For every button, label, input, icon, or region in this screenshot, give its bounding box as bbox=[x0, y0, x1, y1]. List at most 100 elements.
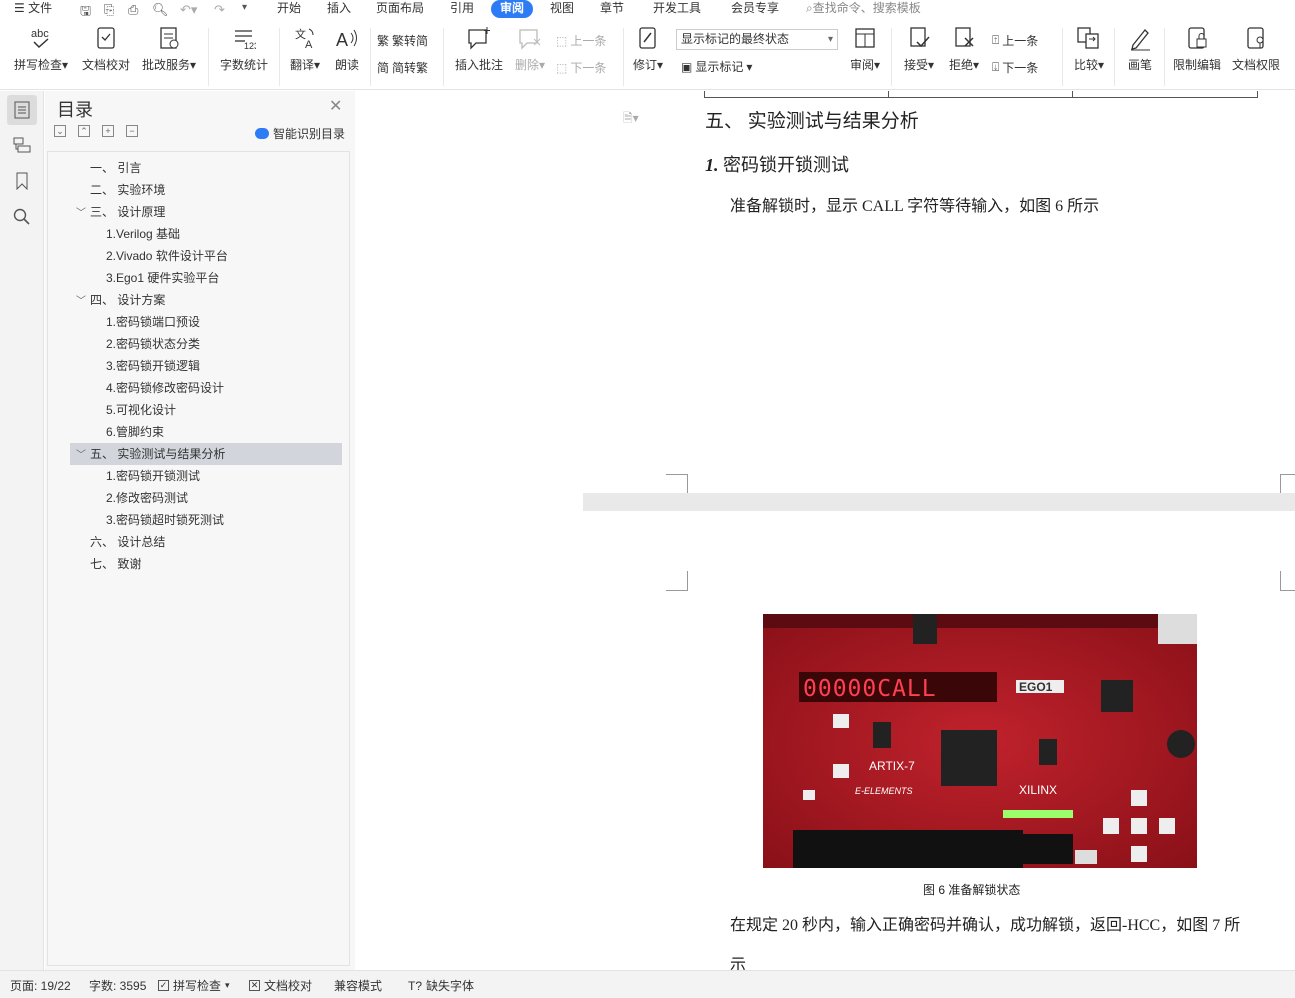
preview-icon[interactable]: 🔍︎ bbox=[152, 2, 169, 18]
next-change-button[interactable]: ⍗ 下一条 bbox=[992, 59, 1038, 76]
remove-level-icon[interactable]: − bbox=[126, 125, 138, 137]
track-changes-button[interactable]: 修订▾ bbox=[630, 24, 666, 73]
proofread-status-label: 文档校对 bbox=[264, 979, 313, 993]
undo-icon[interactable]: ↶▾ bbox=[180, 2, 197, 18]
command-search[interactable]: ⌕查找命令、搜索模板 bbox=[806, 0, 921, 18]
proofread-button[interactable]: 文档校对 bbox=[80, 24, 132, 73]
tab-references[interactable]: 引用 bbox=[450, 0, 474, 18]
search-panel-icon[interactable] bbox=[7, 202, 37, 232]
collapse-all-icon[interactable]: ⌃ bbox=[78, 125, 90, 137]
ribbon-divider bbox=[443, 28, 444, 86]
translate-icon: 文A bbox=[286, 24, 324, 52]
chapter-nav-icon[interactable] bbox=[7, 130, 37, 160]
tab-layout[interactable]: 页面布局 bbox=[376, 0, 424, 18]
redo-icon[interactable]: ↷ bbox=[214, 2, 225, 18]
toc-item[interactable]: 2.Vivado 软件设计平台 bbox=[106, 245, 228, 267]
toc-item[interactable]: 2.修改密码测试 bbox=[106, 487, 188, 509]
compare-button[interactable]: 比较▾ bbox=[1070, 24, 1108, 73]
word-count-status[interactable]: 字数: 3595 bbox=[89, 977, 146, 994]
toc-item[interactable]: 1.密码锁端口预设 bbox=[106, 311, 200, 333]
tab-view[interactable]: 视图 bbox=[550, 0, 574, 18]
toc-item[interactable]: 3.密码锁超时锁死测试 bbox=[106, 509, 224, 531]
toc-item[interactable]: 3.密码锁开锁逻辑 bbox=[106, 355, 200, 377]
document-view[interactable]: 🗎▾ 五、 实验测试与结果分析 1. 密码锁开锁测试 准备解锁时，显示 CALL… bbox=[583, 91, 1295, 970]
trad-to-simp-button[interactable]: 繁繁转简 bbox=[377, 32, 428, 49]
spell-check-button[interactable]: abc 拼写检查▾ bbox=[10, 24, 72, 73]
read-aloud-button[interactable]: A 朗读 bbox=[330, 24, 364, 73]
missing-font-status[interactable]: T? 缺失字体 bbox=[408, 977, 474, 994]
expand-all-icon[interactable]: ⌄ bbox=[54, 125, 66, 137]
customize-icon[interactable]: ▾ bbox=[242, 2, 247, 13]
toc-item[interactable]: 六、 设计总结 bbox=[90, 531, 165, 553]
prev-comment-button[interactable]: ⬚ 上一条 bbox=[556, 32, 606, 49]
pen-button[interactable]: 画笔 bbox=[1122, 24, 1158, 73]
toc-item[interactable]: 3.Ego1 硬件实验平台 bbox=[106, 267, 219, 289]
delete-comment-button[interactable]: 删除▾ bbox=[511, 24, 549, 73]
add-level-icon[interactable]: + bbox=[102, 125, 114, 137]
tab-member[interactable]: 会员专享 bbox=[731, 0, 779, 18]
toc-item[interactable]: 2.密码锁状态分类 bbox=[106, 333, 200, 355]
export-icon[interactable]: ⎘ bbox=[104, 2, 114, 18]
toc-item[interactable]: 一、 引言 bbox=[90, 157, 141, 179]
accept-button[interactable]: 接受▾ bbox=[900, 24, 938, 73]
crop-mark bbox=[1280, 571, 1295, 591]
doc-permission-button[interactable]: 文档权限 bbox=[1229, 24, 1283, 73]
paragraph-menu-icon[interactable]: 🗎▾ bbox=[623, 109, 639, 130]
toc-item[interactable]: 二、 实验环境 bbox=[90, 179, 165, 201]
markup-mode-select[interactable]: 显示标记的最终状态 bbox=[676, 29, 838, 50]
next-comment-button[interactable]: ⬚ 下一条 bbox=[556, 59, 606, 76]
board-photo[interactable]: 00000CALL EGO1 ARTIX-7 XILINX E-ELEMENTS bbox=[763, 614, 1197, 868]
toc-item[interactable]: 6.管脚约束 bbox=[106, 421, 164, 443]
show-markup-button[interactable]: ▣ 显示标记 ▾ bbox=[681, 58, 752, 75]
prev-change-button[interactable]: ⍐ 上一条 bbox=[992, 32, 1038, 49]
review-pane-icon bbox=[846, 24, 884, 52]
insert-comment-label: 插入批注 bbox=[454, 58, 503, 72]
toc-item[interactable]: 5.可视化设计 bbox=[106, 399, 176, 421]
ribbon-divider bbox=[623, 28, 624, 86]
tab-chapter[interactable]: 章节 bbox=[600, 0, 624, 18]
bookmark-icon[interactable] bbox=[7, 166, 37, 196]
table-bottom bbox=[704, 91, 1258, 98]
chevron-down-icon[interactable]: ﹀ bbox=[76, 291, 90, 313]
spell-check-status[interactable]: ✓ 拼写检查 ▾ bbox=[158, 977, 230, 994]
toc-item-label: 四、 设计方案 bbox=[90, 293, 166, 307]
toc-item[interactable]: 1.密码锁开锁测试 bbox=[106, 465, 200, 487]
batch-service-button[interactable]: 批改服务▾ bbox=[140, 24, 198, 73]
body-paragraph-cont: 示 bbox=[730, 957, 747, 970]
file-menu[interactable]: ☰ 文件 bbox=[14, 0, 52, 18]
toc-item-active[interactable]: ﹀ 五、 实验测试与结果分析 bbox=[70, 443, 342, 465]
toc-item[interactable]: ﹀ 四、 设计方案 bbox=[76, 289, 165, 311]
toc-item[interactable]: 4.密码锁修改密码设计 bbox=[106, 377, 224, 399]
chevron-down-icon[interactable]: ﹀ bbox=[76, 203, 90, 225]
toc-item[interactable]: ﹀ 三、 设计原理 bbox=[76, 201, 165, 223]
ribbon-divider bbox=[891, 28, 892, 86]
smart-toc-button[interactable]: 智能识别目录 bbox=[255, 125, 345, 142]
reject-button[interactable]: 拒绝▾ bbox=[945, 24, 983, 73]
simp-to-trad-button[interactable]: 简简转繁 bbox=[377, 59, 428, 76]
toc-item[interactable]: 七、 致谢 bbox=[90, 553, 141, 575]
command-search-placeholder: 查找命令、搜索模板 bbox=[812, 1, 921, 15]
toc-panel-icon[interactable] bbox=[7, 95, 37, 125]
ribbon-toolbar: abc 拼写检查▾ 文档校对 批改服务▾ 123 字数统计 文A 翻译▾ A 朗… bbox=[0, 18, 1295, 90]
restrict-editing-button[interactable]: 限制编辑 bbox=[1170, 24, 1224, 73]
next-change-label: 下一条 bbox=[1002, 61, 1039, 75]
chevron-down-icon[interactable]: ﹀ bbox=[76, 445, 90, 467]
tab-review[interactable]: 审阅 bbox=[491, 0, 534, 18]
tab-home[interactable]: 开始 bbox=[277, 0, 301, 18]
tab-insert[interactable]: 插入 bbox=[327, 0, 351, 18]
word-count-button[interactable]: 123 字数统计 bbox=[218, 24, 270, 73]
compat-mode-status[interactable]: 兼容模式 bbox=[334, 977, 382, 994]
tab-developer[interactable]: 开发工具 bbox=[653, 0, 701, 18]
review-pane-button[interactable]: 审阅▾ bbox=[846, 24, 884, 73]
toc-item[interactable]: 1.Verilog 基础 bbox=[106, 223, 180, 245]
proofread-status[interactable]: ✕ 文档校对 bbox=[249, 977, 312, 994]
compare-label: 比较 bbox=[1073, 58, 1098, 72]
close-icon[interactable]: ✕ bbox=[329, 96, 342, 116]
batch-service-label: 批改服务 bbox=[141, 58, 190, 72]
translate-button[interactable]: 文A 翻译▾ bbox=[286, 24, 324, 73]
body-paragraph: 在规定 20 秒内，输入正确密码并确认，成功解锁，返回-HCC，如图 7 所 bbox=[730, 917, 1241, 934]
print-icon[interactable]: ⎙ bbox=[128, 2, 138, 18]
page-indicator[interactable]: 页面: 19/22 bbox=[10, 977, 71, 994]
page: 🗎▾ 五、 实验测试与结果分析 1. 密码锁开锁测试 准备解锁时，显示 CALL… bbox=[583, 91, 1295, 493]
insert-comment-button[interactable]: 插入批注 bbox=[451, 24, 507, 73]
